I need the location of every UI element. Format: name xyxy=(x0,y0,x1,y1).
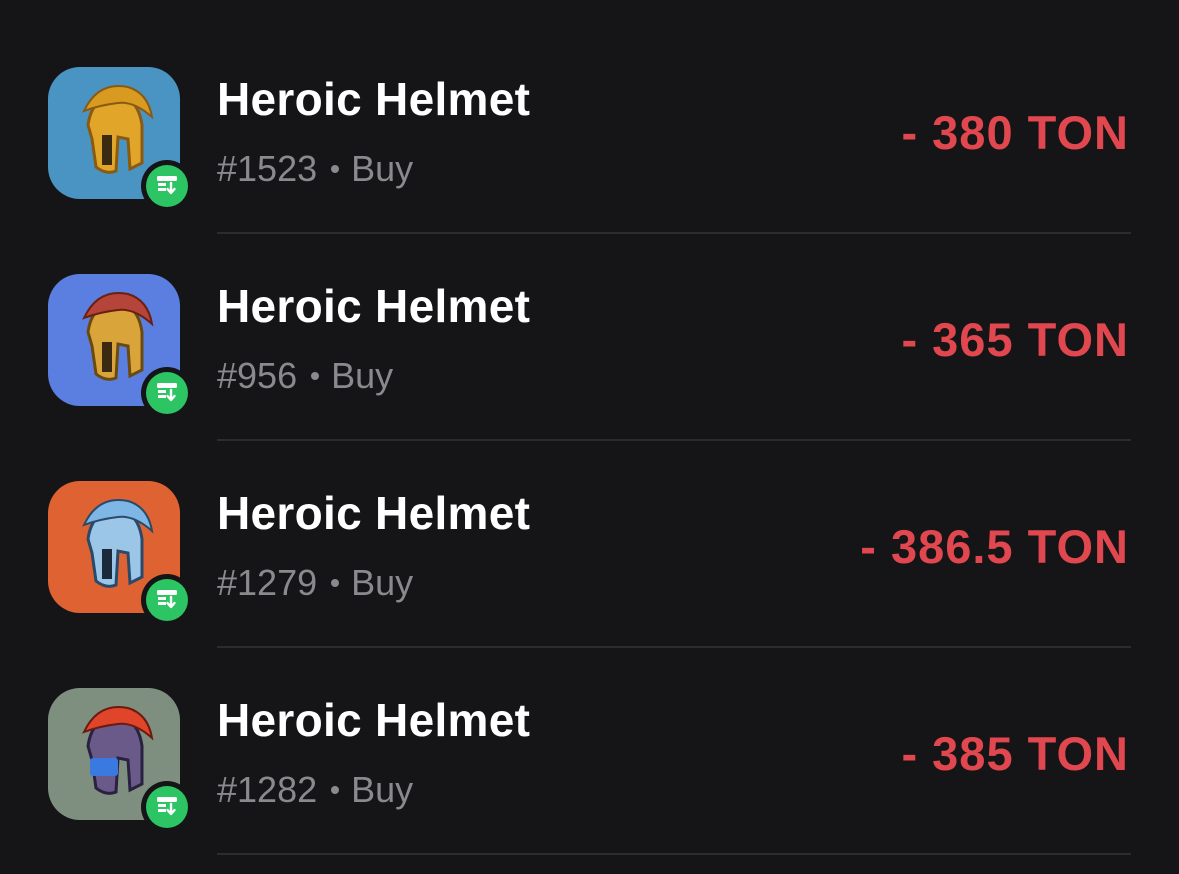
transaction-type: Buy xyxy=(331,355,394,396)
transaction-row[interactable]: Heroic Helmet #1279 Buy - 386.5 TON xyxy=(0,414,1179,648)
separator-dot xyxy=(331,165,340,174)
item-title: Heroic Helmet xyxy=(217,694,531,746)
market-buy-badge xyxy=(141,781,193,833)
transaction-amount: - 365 TON xyxy=(901,313,1129,366)
item-title: Heroic Helmet xyxy=(217,280,531,332)
item-subtitle: #1282 Buy xyxy=(217,769,413,811)
item-number: #956 xyxy=(217,355,298,396)
separator-dot xyxy=(331,579,340,588)
market-buy-badge xyxy=(141,367,193,419)
market-buy-badge xyxy=(141,160,193,212)
item-number: #1279 xyxy=(217,562,318,603)
separator-dot xyxy=(331,786,340,795)
transaction-amount: - 385 TON xyxy=(901,727,1129,780)
market-buy-icon xyxy=(157,797,177,816)
transaction-amount: - 386.5 TON xyxy=(860,520,1129,573)
separator-dot xyxy=(311,372,320,381)
transaction-row[interactable]: Heroic Helmet #956 Buy - 365 TON xyxy=(0,207,1179,441)
item-subtitle: #956 Buy xyxy=(217,355,393,397)
transaction-type: Buy xyxy=(351,562,414,603)
item-subtitle: #1523 Buy xyxy=(217,148,413,190)
transaction-list: Heroic Helmet #1523 Buy - 380 TON Heroic… xyxy=(0,0,1179,874)
item-title: Heroic Helmet xyxy=(217,73,531,125)
market-buy-icon xyxy=(157,176,177,195)
item-number: #1282 xyxy=(217,769,318,810)
transaction-row[interactable]: Heroic Helmet #1282 Buy - 385 TON xyxy=(0,621,1179,855)
item-subtitle: #1279 Buy xyxy=(217,562,413,604)
row-divider xyxy=(217,853,1131,855)
market-buy-icon xyxy=(157,590,177,609)
item-title: Heroic Helmet xyxy=(217,487,531,539)
transaction-row[interactable]: Heroic Helmet #1523 Buy - 380 TON xyxy=(0,0,1179,234)
transaction-type: Buy xyxy=(351,148,414,189)
market-buy-icon xyxy=(157,383,177,402)
item-number: #1523 xyxy=(217,148,318,189)
transaction-type: Buy xyxy=(351,769,414,810)
market-buy-badge xyxy=(141,574,193,626)
transaction-amount: - 380 TON xyxy=(901,106,1129,159)
